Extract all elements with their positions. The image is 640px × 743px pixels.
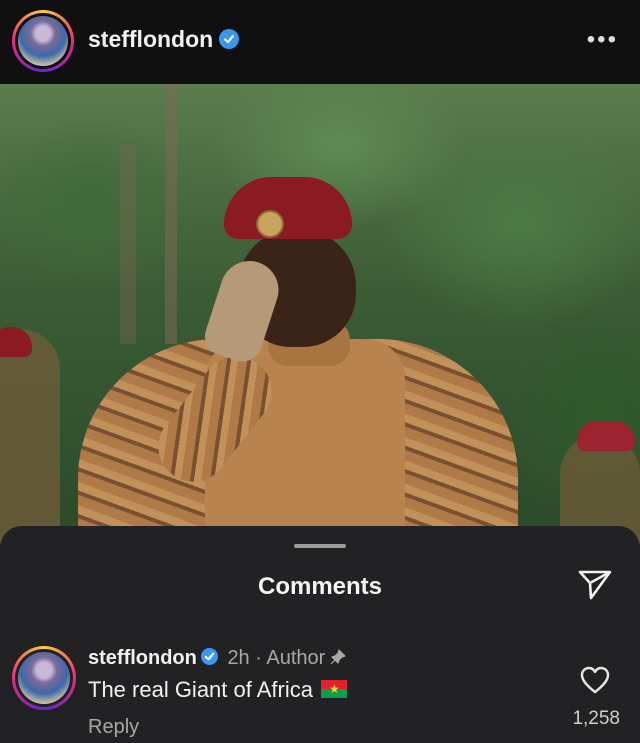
post-header: stefflondon •••: [0, 0, 640, 84]
background-soldier-left: [0, 329, 60, 544]
burkina-faso-flag-icon: [321, 680, 347, 699]
pin-icon: [330, 649, 346, 665]
comment-text: The real Giant of Africa: [88, 677, 347, 703]
verified-badge-icon: [219, 28, 240, 49]
header-username-row[interactable]: stefflondon: [88, 26, 240, 53]
profile-avatar[interactable]: [12, 10, 74, 72]
comments-title: Comments: [257, 573, 383, 600]
avatar-image: [18, 16, 68, 66]
post-photo[interactable]: [0, 84, 640, 544]
comment-time: 2h: [227, 647, 250, 669]
comment-meta: stefflondon 2h · Author: [88, 647, 347, 670]
soldier-beret: [224, 177, 352, 239]
like-count[interactable]: 1,258: [572, 708, 620, 730]
comments-sheet: Comments stefflondon 2h · Author The rea…: [0, 526, 640, 743]
author-label: Author: [266, 647, 326, 669]
comment-body: The real Giant of Africa: [88, 677, 313, 702]
tree-trunk: [165, 84, 177, 344]
reply-button[interactable]: Reply: [88, 716, 139, 739]
comment-avatar[interactable]: [12, 646, 76, 710]
header-username[interactable]: stefflondon: [88, 26, 213, 52]
sheet-grabber[interactable]: [294, 544, 346, 548]
send-icon[interactable]: [577, 569, 613, 601]
background-beret-right: [577, 421, 635, 451]
verified-badge-icon: [200, 648, 218, 666]
tree-trunk: [120, 144, 136, 344]
more-options-icon[interactable]: •••: [587, 28, 618, 52]
avatar-image: [18, 652, 70, 704]
meta-separator: ·: [255, 647, 262, 669]
comment-username[interactable]: stefflondon: [88, 647, 197, 669]
beret-badge: [256, 210, 284, 238]
heart-icon[interactable]: [580, 666, 610, 694]
